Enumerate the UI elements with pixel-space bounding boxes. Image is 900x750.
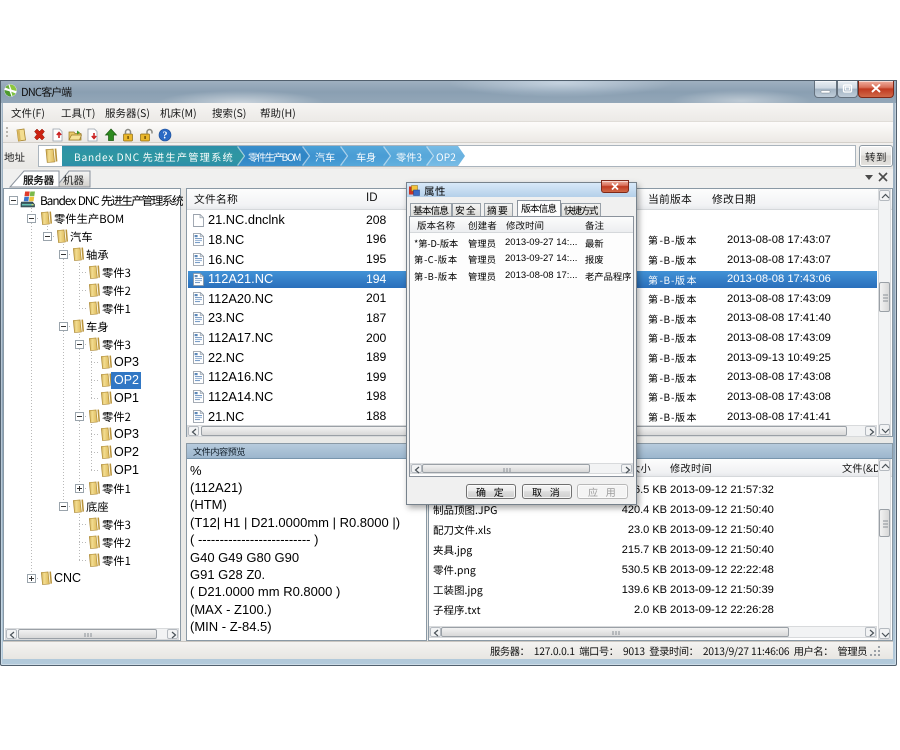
svg-text:?: ? [163,131,168,142]
